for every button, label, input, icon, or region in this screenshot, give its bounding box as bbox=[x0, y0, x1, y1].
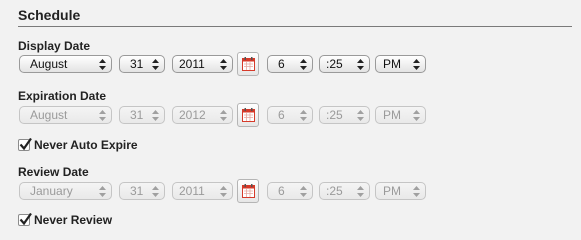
review-year-select[interactable]: 2011 bbox=[172, 182, 233, 200]
updown-arrows-icon bbox=[300, 110, 307, 121]
calendar-icon bbox=[242, 57, 255, 71]
section-title: Schedule bbox=[18, 7, 81, 23]
updown-arrows-icon bbox=[99, 110, 106, 121]
never-auto-expire-label[interactable]: Never Auto Expire bbox=[34, 138, 138, 152]
display-hour-value: 6 bbox=[278, 57, 285, 71]
display-ampm-value: PM bbox=[383, 57, 401, 71]
display-minute-value: :25 bbox=[326, 57, 343, 71]
updown-arrows-icon bbox=[220, 59, 227, 70]
expiration-minute-select[interactable]: :25 bbox=[319, 106, 370, 124]
expiration-date-label: Expiration Date bbox=[18, 89, 107, 103]
review-minute-select[interactable]: :25 bbox=[319, 182, 370, 200]
checkbox-box[interactable] bbox=[18, 213, 32, 226]
updown-arrows-icon bbox=[99, 186, 106, 197]
updown-arrows-icon bbox=[300, 186, 307, 197]
updown-arrows-icon bbox=[357, 186, 364, 197]
updown-arrows-icon bbox=[413, 59, 420, 70]
display-day-select[interactable]: 31 bbox=[119, 55, 165, 73]
review-date-label: Review Date bbox=[18, 165, 89, 179]
display-minute-select[interactable]: :25 bbox=[319, 55, 370, 73]
checkbox-box[interactable] bbox=[18, 138, 32, 151]
calendar-icon bbox=[242, 184, 255, 198]
checkmark-icon bbox=[19, 138, 32, 151]
expiration-hour-select[interactable]: 6 bbox=[267, 106, 313, 124]
review-calendar-button[interactable] bbox=[237, 179, 259, 203]
review-month-select[interactable]: January bbox=[19, 182, 112, 200]
review-day-value: 31 bbox=[130, 184, 144, 198]
display-ampm-select[interactable]: PM bbox=[375, 55, 426, 73]
updown-arrows-icon bbox=[300, 59, 307, 70]
expiration-day-select[interactable]: 31 bbox=[119, 106, 165, 124]
updown-arrows-icon bbox=[220, 110, 227, 121]
updown-arrows-icon bbox=[152, 110, 159, 121]
review-ampm-value: PM bbox=[383, 184, 401, 198]
updown-arrows-icon bbox=[220, 186, 227, 197]
display-day-value: 31 bbox=[130, 57, 144, 71]
display-hour-select[interactable]: 6 bbox=[267, 55, 313, 73]
calendar-icon bbox=[242, 108, 255, 122]
review-ampm-select[interactable]: PM bbox=[375, 182, 426, 200]
never-review-label[interactable]: Never Review bbox=[34, 213, 112, 227]
expiration-month-select[interactable]: August bbox=[19, 106, 112, 124]
expiration-year-value: 2012 bbox=[179, 108, 206, 122]
expiration-ampm-select[interactable]: PM bbox=[375, 106, 426, 124]
section-divider bbox=[18, 26, 572, 27]
updown-arrows-icon bbox=[99, 59, 106, 70]
review-minute-value: :25 bbox=[326, 184, 343, 198]
review-hour-select[interactable]: 6 bbox=[267, 182, 313, 200]
display-month-value: August bbox=[30, 57, 68, 71]
display-year-value: 2011 bbox=[179, 57, 205, 71]
review-hour-value: 6 bbox=[278, 184, 285, 198]
updown-arrows-icon bbox=[413, 110, 420, 121]
expiration-day-value: 31 bbox=[130, 108, 144, 122]
updown-arrows-icon bbox=[152, 186, 159, 197]
review-day-select[interactable]: 31 bbox=[119, 182, 165, 200]
review-month-value: January bbox=[30, 184, 73, 198]
expiration-hour-value: 6 bbox=[278, 108, 285, 122]
expiration-minute-value: :25 bbox=[326, 108, 343, 122]
expiration-month-value: August bbox=[30, 108, 68, 122]
expiration-year-select[interactable]: 2012 bbox=[172, 106, 233, 124]
display-year-select[interactable]: 2011 bbox=[172, 55, 233, 73]
display-calendar-button[interactable] bbox=[237, 52, 259, 76]
display-month-select[interactable]: August bbox=[19, 55, 112, 73]
review-year-value: 2011 bbox=[179, 184, 205, 198]
updown-arrows-icon bbox=[413, 186, 420, 197]
checkmark-icon bbox=[19, 213, 32, 226]
updown-arrows-icon bbox=[357, 110, 364, 121]
expiration-ampm-value: PM bbox=[383, 108, 401, 122]
updown-arrows-icon bbox=[152, 59, 159, 70]
updown-arrows-icon bbox=[357, 59, 364, 70]
expiration-calendar-button[interactable] bbox=[237, 103, 259, 127]
display-date-label: Display Date bbox=[18, 39, 91, 53]
